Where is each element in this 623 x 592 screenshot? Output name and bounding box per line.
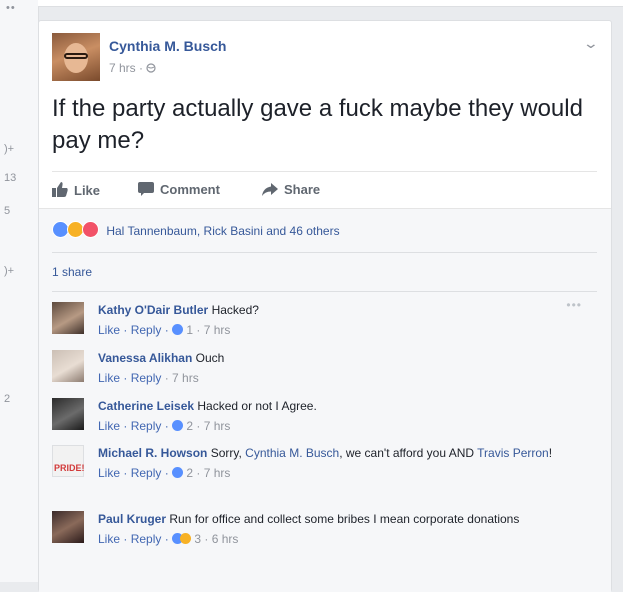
mention-link[interactable]: Cynthia M. Busch <box>245 446 339 460</box>
commenter-name[interactable]: Catherine Leisek <box>98 399 194 413</box>
comment-time[interactable]: 7 hrs <box>204 323 231 337</box>
comment-text: Sorry, <box>210 446 242 460</box>
commenter-name[interactable]: Paul Kruger <box>98 512 166 526</box>
like-reaction-icon <box>172 324 184 335</box>
commenter-name[interactable]: Michael R. Howson <box>98 446 207 460</box>
strip-count: 5 <box>4 205 11 217</box>
pride-avatar-text: PRIDE! <box>54 463 85 473</box>
comment-text: Ouch <box>195 351 225 365</box>
thumbs-up-icon <box>52 182 68 197</box>
comment-button[interactable]: Comment <box>138 182 220 197</box>
author-avatar[interactable] <box>52 33 100 81</box>
comment-reply-link[interactable]: Reply <box>131 419 162 433</box>
post-text: If the party actually gave a fuck maybe … <box>52 95 583 154</box>
reactions-names[interactable]: Hal Tannenbaum, Rick Basini and 46 other… <box>106 224 339 238</box>
comment-body: Catherine Leisek Hacked or not I Agree. … <box>98 398 588 434</box>
comment-like-link[interactable]: Like <box>98 323 120 337</box>
comment-time[interactable]: 7 hrs <box>204 466 231 480</box>
comment-actions: Like · Reply · 1 · 7 hrs <box>98 323 231 337</box>
comment-text: , we can't afford you AND <box>339 446 475 460</box>
post-footer: Hal Tannenbaum, Rick Basini and 46 other… <box>39 208 611 592</box>
comment-label: Comment <box>160 182 220 197</box>
strip-count: )+ <box>4 143 15 155</box>
commenter-name[interactable]: Vanessa Alikhan <box>98 351 192 365</box>
commenter-avatar[interactable] <box>52 511 84 543</box>
post-author-name[interactable]: Cynthia M. Busch <box>109 38 226 54</box>
comment-time[interactable]: 6 hrs <box>212 532 239 546</box>
comment-body: Paul Kruger Run for office and collect s… <box>98 511 588 547</box>
divider <box>52 291 597 292</box>
comment-like-link[interactable]: Like <box>98 532 120 546</box>
comment-body: Kathy O'Dair Butler Hacked? Like · Reply… <box>98 302 588 338</box>
comment-icon <box>138 182 154 196</box>
share-arrow-icon <box>262 183 278 196</box>
like-label: Like <box>74 183 101 198</box>
comment-body: Vanessa Alikhan Ouch Like · Reply · 7 hr… <box>98 350 588 386</box>
comment-reply-link[interactable]: Reply <box>131 466 162 480</box>
like-reaction-icon <box>172 467 184 478</box>
previous-post-edge <box>38 0 623 7</box>
comment-text: Run for office and collect some bribes I… <box>169 512 520 526</box>
comment-text: Hacked or not I Agree. <box>197 399 317 413</box>
share-button[interactable]: Share <box>262 182 320 197</box>
strip-count: )+ <box>4 265 15 277</box>
commenter-avatar[interactable] <box>52 398 84 430</box>
comment-actions: Like · Reply · 7 hrs <box>98 371 199 385</box>
commenter-avatar[interactable] <box>52 302 84 334</box>
comment-text: Hacked? <box>211 303 259 317</box>
strip-dots: •• <box>6 2 16 14</box>
commenter-avatar[interactable]: PRIDE! <box>52 445 85 477</box>
comment-time[interactable]: 7 hrs <box>172 371 199 385</box>
meta-separator: · <box>139 61 144 75</box>
post-time[interactable]: 7 hrs <box>109 61 136 75</box>
commenter-name[interactable]: Kathy O'Dair Butler <box>98 303 208 317</box>
comment-reply-link[interactable]: Reply <box>131 323 162 337</box>
reactions-summary[interactable]: Hal Tannenbaum, Rick Basini and 46 other… <box>52 221 340 238</box>
comment-actions: Like · Reply · 2 · 7 hrs <box>98 419 231 433</box>
comment-options-icon[interactable]: ••• <box>566 298 582 312</box>
strip-count: 13 <box>4 172 17 184</box>
comment-body: Michael R. Howson Sorry, Cynthia M. Busc… <box>98 445 588 481</box>
strip-count: 2 <box>4 393 11 405</box>
post-meta: 7 hrs · <box>109 61 156 75</box>
like-button[interactable]: Like <box>52 182 100 198</box>
left-sidebar-strip: •• )+ 13 5 )+ 2 <box>0 0 39 582</box>
comment-actions: Like · Reply · 2 · 7 hrs <box>98 466 231 480</box>
shares-count[interactable]: 1 share <box>52 265 92 279</box>
haha-reaction-icon <box>180 533 192 544</box>
globe-icon <box>146 63 156 73</box>
divider <box>52 252 597 253</box>
mention-link[interactable]: Travis Perron <box>477 446 549 460</box>
avatar-glasses <box>64 53 88 59</box>
post-options-chevron-icon[interactable]: ⌄ <box>583 35 599 52</box>
share-label: Share <box>284 182 321 197</box>
comment-actions: Like · Reply · 3 · 6 hrs <box>98 532 239 546</box>
love-reaction-icon <box>82 221 99 238</box>
post-card: Cynthia M. Busch 7 hrs · ⌄ If the party … <box>38 20 612 592</box>
comment-like-link[interactable]: Like <box>98 466 120 480</box>
like-reaction-icon <box>172 420 184 431</box>
comment-text: ! <box>548 446 553 460</box>
comment-like-link[interactable]: Like <box>98 419 120 433</box>
comment-reply-link[interactable]: Reply <box>131 532 162 546</box>
comment-time[interactable]: 7 hrs <box>204 419 231 433</box>
commenter-avatar[interactable] <box>52 350 84 382</box>
post-action-bar: Like Comment Share <box>52 171 597 209</box>
comment-like-link[interactable]: Like <box>98 371 120 385</box>
comment-reply-link[interactable]: Reply <box>131 371 162 385</box>
